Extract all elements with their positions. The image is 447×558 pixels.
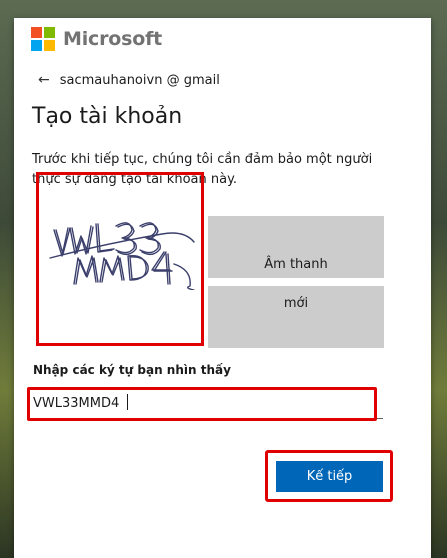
next-button[interactable]: Kế tiếp (276, 461, 383, 492)
logo-square-green (44, 27, 55, 38)
microsoft-logo-icon (31, 27, 55, 51)
logo-square-blue (31, 40, 42, 51)
microsoft-logo: Microsoft (31, 27, 162, 51)
audio-captcha-button[interactable]: Âm thanh (208, 216, 384, 278)
captcha-input[interactable] (33, 392, 363, 414)
brand-name: Microsoft (63, 28, 163, 50)
arrow-left-icon[interactable]: ← (38, 72, 50, 88)
logo-square-red (31, 27, 42, 38)
captcha-highlight-box (36, 172, 204, 346)
page-title: Tạo tài khoản (32, 104, 183, 129)
account-email: sacmauhanoivn @ gmail (59, 72, 220, 88)
captcha-input-label: Nhập các ký tự bạn nhìn thấy (33, 363, 231, 377)
account-row: ← sacmauhanoivn @ gmail (38, 72, 220, 88)
new-captcha-button[interactable]: mới (208, 286, 384, 348)
text-caret (127, 394, 128, 410)
logo-square-yellow (44, 40, 55, 51)
